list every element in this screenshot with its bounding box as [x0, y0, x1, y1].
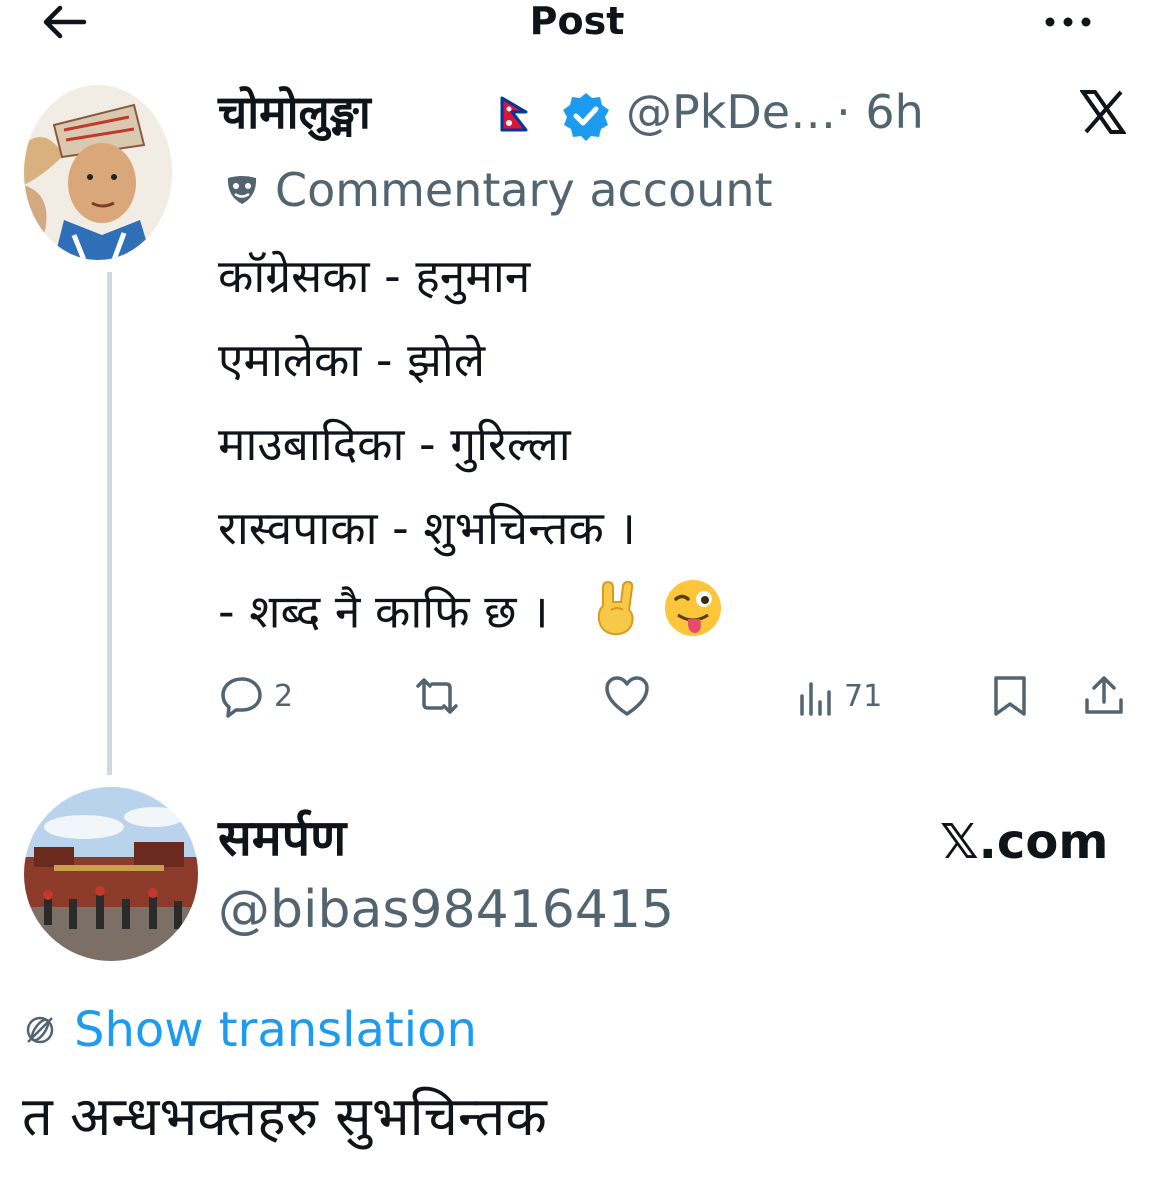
reply-button[interactable]: 2	[220, 670, 293, 722]
post-text: - शब्द नै काफि छ ।	[218, 584, 549, 639]
retweet-button[interactable]	[412, 670, 472, 722]
reply-author-handle[interactable]: @bibas98416415	[218, 878, 674, 942]
commentary-account-label: Commentary account	[275, 163, 773, 217]
rock-on-hand-emoji	[593, 580, 641, 650]
share-icon	[1085, 676, 1123, 714]
post-text-line: रास्वपाका - शुभचिन्तक ।	[218, 501, 636, 555]
views-count: 71	[844, 678, 883, 714]
nepal-flag-icon	[500, 96, 530, 132]
views-button[interactable]: 71	[798, 670, 882, 722]
avatar[interactable]	[24, 85, 172, 260]
retweet-icon	[416, 678, 458, 714]
share-button[interactable]	[1082, 670, 1126, 722]
post-text-line: माउबादिका - गुरिल्ला	[218, 417, 571, 471]
verified-badge-icon	[560, 90, 612, 142]
reply-author-name[interactable]: समर्पण	[218, 806, 346, 870]
views-icon	[800, 682, 831, 716]
post-text-line: कॉग्रेसका - हनुमान	[218, 249, 531, 303]
avatar[interactable]	[24, 787, 198, 961]
thread-line	[107, 272, 112, 775]
author-name[interactable]: चोमोलुङ्मा	[218, 82, 371, 142]
heart-icon	[605, 676, 649, 716]
x-logo-icon	[1079, 90, 1127, 134]
page-title: Post	[529, 0, 625, 43]
post-text-line: एमालेका - झोले	[218, 333, 486, 387]
post-text-line: - शब्द नै काफि छ ।	[218, 577, 724, 653]
more-icon[interactable]	[1040, 6, 1096, 36]
bookmark-icon	[994, 676, 1026, 716]
reply-text: त अन्धभक्तहरु सुभचिन्तक	[22, 1085, 547, 1148]
reply-icon	[221, 677, 262, 718]
reply-count: 2	[274, 678, 294, 714]
like-button[interactable]	[604, 670, 660, 722]
post-time: · 6h	[836, 85, 924, 139]
show-translation-link[interactable]: Show translation	[74, 1000, 477, 1060]
author-handle[interactable]: @PkDe…· 6h	[626, 82, 924, 142]
globe-icon	[24, 1014, 56, 1046]
bookmark-button[interactable]	[988, 670, 1032, 722]
handle-text[interactable]: @PkDe…	[626, 85, 836, 139]
mask-icon	[224, 172, 260, 208]
winking-tongue-emoji	[662, 577, 724, 653]
watermark: 𝕏.com	[940, 814, 1109, 870]
